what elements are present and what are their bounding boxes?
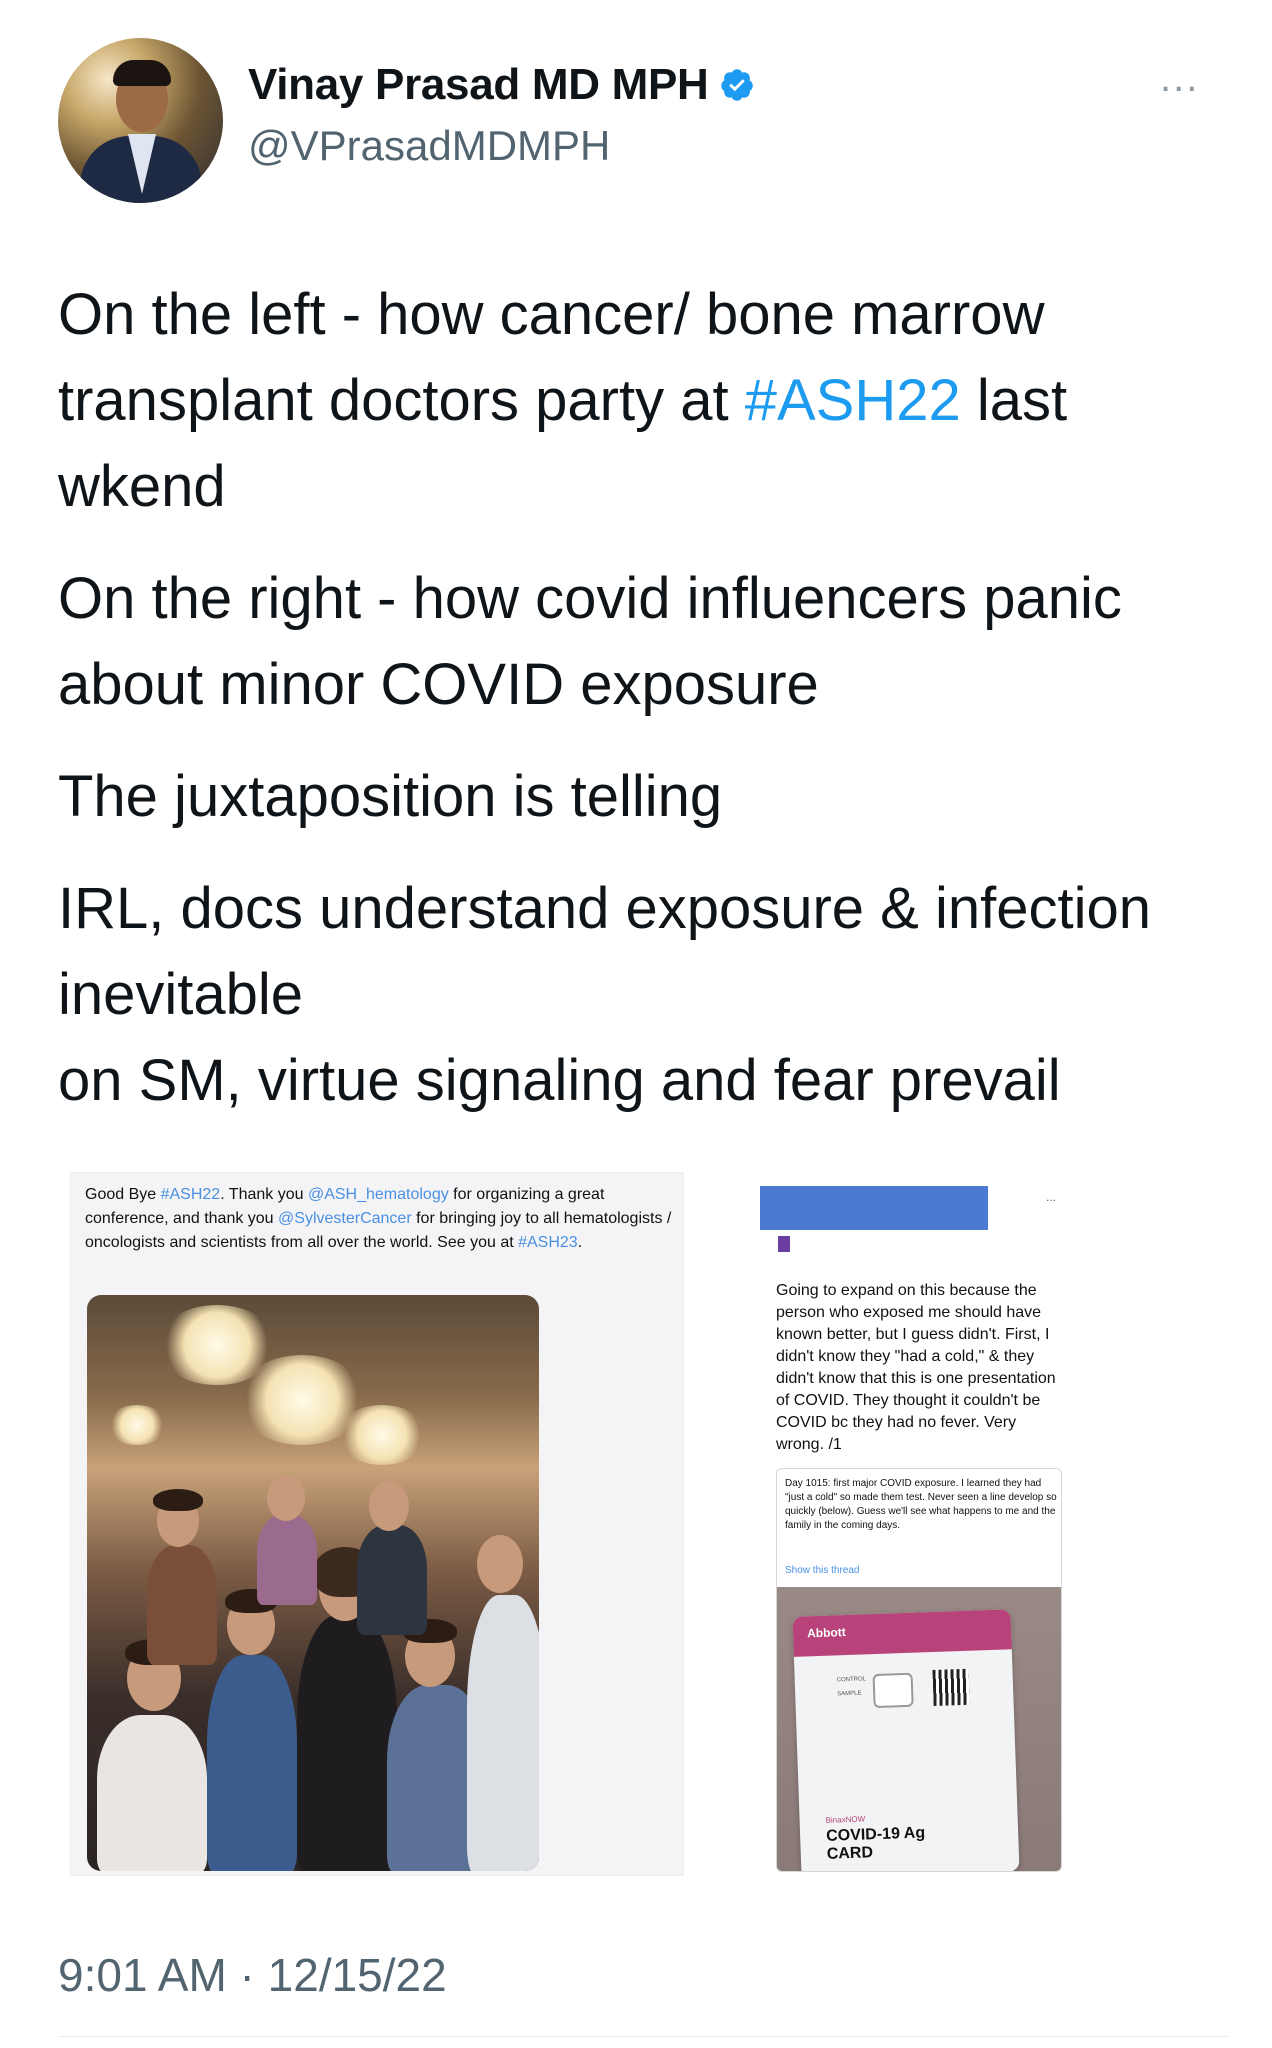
card-control-label: CONTROL xyxy=(836,1676,867,1684)
author-name[interactable]: Vinay Prasad MD MPH xyxy=(248,60,755,110)
verified-badge-icon xyxy=(720,69,753,101)
embedded-tweet-text: Good Bye #ASH22. Thank you @ASH_hematolo… xyxy=(85,1186,672,1251)
embedded-tweet-text: Going to expand on this because the pers… xyxy=(776,1282,1056,1453)
tweet-timestamp[interactable]: 9:01 AM · 12/15/22 xyxy=(58,1948,447,2002)
media-image-left[interactable]: Good Bye #ASH22. Thank you @ASH_hematolo… xyxy=(70,1172,684,1876)
divider xyxy=(58,2036,1228,2037)
media-image-right[interactable]: ... Going to expand on this because the … xyxy=(760,1172,1062,1874)
card-binax-label: BinaxNOW xyxy=(825,1814,866,1825)
tweet-paragraph-4: IRL, docs understand exposure & infectio… xyxy=(58,876,1151,1113)
author-handle[interactable]: @VPrasadMDMPH xyxy=(248,122,610,170)
tweet-paragraph-1: On the left - how cancer/ bone marrow tr… xyxy=(58,282,1068,519)
card-name-label: COVID-19 Ag CARD xyxy=(825,1824,926,1863)
tweet-text: On the left - how cancer/ bone marrow tr… xyxy=(58,272,1228,1124)
avatar[interactable] xyxy=(58,38,223,203)
show-thread-link: Show this thread xyxy=(785,1565,860,1576)
card-brand: Abbott xyxy=(806,1625,846,1641)
quoted-tweet: Day 1015: first major COVID exposure. I … xyxy=(776,1468,1062,1872)
more-options-icon[interactable]: ... xyxy=(1160,58,1199,98)
tweet-paragraph-3: The juxtaposition is telling xyxy=(58,764,723,829)
card-sample-label: SAMPLE xyxy=(837,1690,862,1698)
author-name-text[interactable]: Vinay Prasad MD MPH xyxy=(248,60,709,110)
redaction-bar xyxy=(760,1186,988,1230)
qr-code-icon xyxy=(932,1668,970,1707)
tweet-paragraph-2: On the right - how covid influencers pan… xyxy=(58,566,1122,717)
quoted-tweet-text: Day 1015: first major COVID exposure. I … xyxy=(785,1478,1057,1531)
hashtag-link[interactable]: #ASH22 xyxy=(745,368,961,433)
party-photo xyxy=(87,1295,539,1871)
flag-icon xyxy=(778,1236,790,1252)
covid-test-card: Abbott CONTROL SAMPLE BinaxNOW COVID-19 … xyxy=(792,1609,1020,1871)
test-result-window xyxy=(872,1672,914,1709)
more-options-icon: ... xyxy=(1046,1190,1057,1204)
covid-test-photo: Abbott CONTROL SAMPLE BinaxNOW COVID-19 … xyxy=(777,1587,1061,1871)
